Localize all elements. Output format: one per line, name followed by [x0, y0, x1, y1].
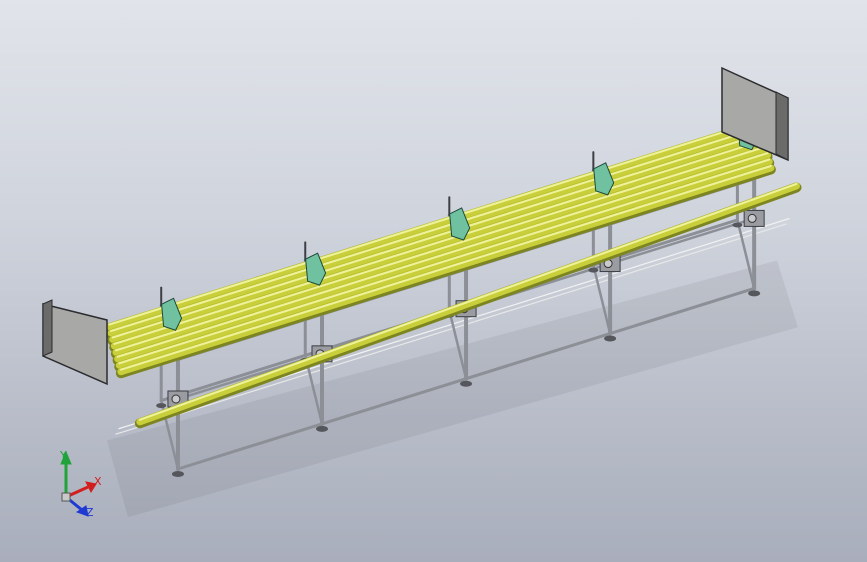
x-axis-label: X	[94, 475, 102, 488]
y-axis-label: Y	[59, 449, 67, 462]
graphics-viewport[interactable]: Y X Z	[0, 0, 867, 562]
z-axis-label: Z	[86, 506, 94, 519]
reference-triad: Y X Z	[59, 449, 102, 519]
triad-origin-box	[61, 492, 71, 502]
